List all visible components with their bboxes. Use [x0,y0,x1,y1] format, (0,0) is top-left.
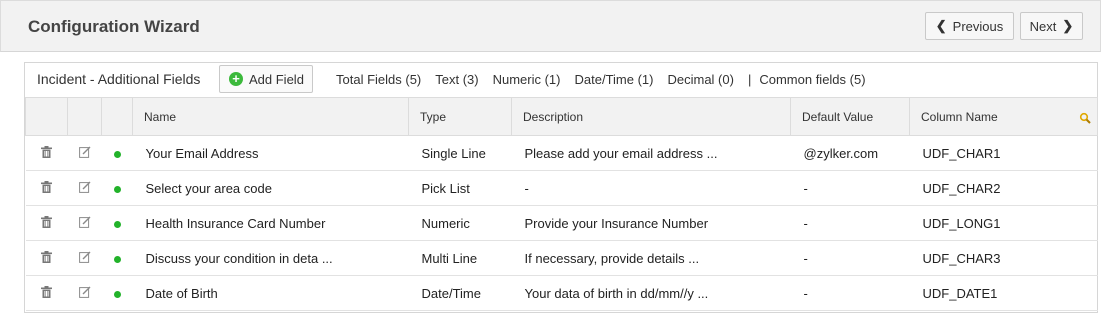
status-dot-icon [113,290,121,298]
header-column-name[interactable]: Column Name [909,97,1098,136]
cell-default-value: - [790,275,910,311]
edit-icon[interactable] [78,216,91,228]
edit-icon[interactable] [78,181,91,193]
status-dot-icon [113,255,121,263]
cell-type: Pick List [408,170,512,206]
cell-type: Multi Line [408,240,512,276]
status-cell [101,275,133,311]
filter-datetime[interactable]: Date/Time (1) [575,72,654,87]
status-cell [101,170,133,206]
status-cell [101,205,133,241]
edit-icon[interactable] [78,146,91,158]
trash-icon[interactable] [41,145,52,158]
table-row: Select your area code Pick List - - UDF_… [25,170,1098,206]
header-delete-col [25,97,68,136]
cell-column-name: UDF_LONG1 [909,205,1098,241]
trash-icon[interactable] [41,215,52,228]
cell-column-name: UDF_CHAR2 [909,170,1098,206]
cell-default-value: - [790,240,910,276]
delete-cell [25,170,68,206]
table-row: Your Email Address Single Line Please ad… [25,135,1098,171]
trash-icon[interactable] [41,250,52,263]
cell-description: Please add your email address ... [511,135,791,171]
panel-title: Incident - Additional Fields [37,71,201,87]
cell-column-name: UDF_DATE1 [909,275,1098,311]
edit-cell [67,275,102,311]
next-button-label: Next [1029,18,1057,34]
cell-description: If necessary, provide details ... [511,240,791,276]
chevron-right-icon: ❯ [1062,18,1074,33]
trash-icon[interactable] [41,180,52,193]
header-edit-col [67,97,102,136]
cell-description: Provide your Insurance Number [511,205,791,241]
delete-cell [25,205,68,241]
previous-button-label: Previous [952,18,1004,34]
cell-type: Date/Time [408,275,512,311]
panel-toolbar: Incident - Additional Fields + Add Field… [25,63,1097,97]
filter-decimal[interactable]: Decimal (0) [667,72,733,87]
cell-description: Your data of birth in dd/mm//y ... [511,275,791,311]
cell-column-name: UDF_CHAR3 [909,240,1098,276]
status-dot-icon [113,185,121,193]
header-name[interactable]: Name [132,97,409,136]
additional-fields-panel: Incident - Additional Fields + Add Field… [24,62,1098,313]
cell-name[interactable]: Date of Birth [132,275,409,311]
cell-column-name: UDF_CHAR1 [909,135,1098,171]
wizard-header: Configuration Wizard ❮ Previous Next ❯ [0,0,1101,52]
trash-icon[interactable] [41,285,52,298]
header-default-value[interactable]: Default Value [790,97,910,136]
edit-cell [67,205,102,241]
header-description[interactable]: Description [511,97,791,136]
previous-button[interactable]: ❮ Previous [925,12,1014,40]
filter-total-fields[interactable]: Total Fields (5) [336,72,421,87]
plus-circle-icon: + [229,72,243,86]
filter-common-fields[interactable]: Common fields (5) [759,72,865,87]
header-column-name-label: Column Name [921,109,998,124]
field-counts: Total Fields (5) Text (3) Numeric (1) Da… [336,72,880,87]
table-row: Discuss your condition in deta ... Multi… [25,240,1098,276]
cell-name[interactable]: Select your area code [132,170,409,206]
delete-cell [25,240,68,276]
table-row: Date of Birth Date/Time Your data of bir… [25,275,1098,311]
header-type[interactable]: Type [408,97,512,136]
add-field-label: Add Field [249,71,304,87]
delete-cell [25,135,68,171]
cell-default-value: - [790,170,910,206]
cell-type: Single Line [408,135,512,171]
edit-cell [67,240,102,276]
delete-cell [25,275,68,311]
edit-icon[interactable] [78,251,91,263]
table-header-row: Name Type Description Default Value Colu… [25,97,1098,136]
counts-separator: | [747,72,752,87]
page-title: Configuration Wizard [28,17,200,36]
edit-icon[interactable] [78,286,91,298]
filter-text[interactable]: Text (3) [435,72,478,87]
status-dot-icon [113,150,121,158]
header-status-col [101,97,133,136]
cell-default-value: - [790,205,910,241]
fields-table: Name Type Description Default Value Colu… [25,97,1098,311]
status-cell [101,240,133,276]
add-field-button[interactable]: + Add Field [219,65,313,93]
status-dot-icon [113,220,121,228]
next-button[interactable]: Next ❯ [1020,12,1083,40]
cell-default-value: @zylker.com [790,135,910,171]
table-row: Health Insurance Card Number Numeric Pro… [25,205,1098,241]
status-cell [101,135,133,171]
cell-description: - [511,170,791,206]
search-icon[interactable] [1079,112,1091,124]
filter-numeric[interactable]: Numeric (1) [493,72,561,87]
edit-cell [67,170,102,206]
edit-cell [67,135,102,171]
cell-name[interactable]: Your Email Address [132,135,409,171]
cell-name[interactable]: Discuss your condition in deta ... [132,240,409,276]
cell-type: Numeric [408,205,512,241]
chevron-left-icon: ❮ [935,18,947,33]
cell-name[interactable]: Health Insurance Card Number [132,205,409,241]
